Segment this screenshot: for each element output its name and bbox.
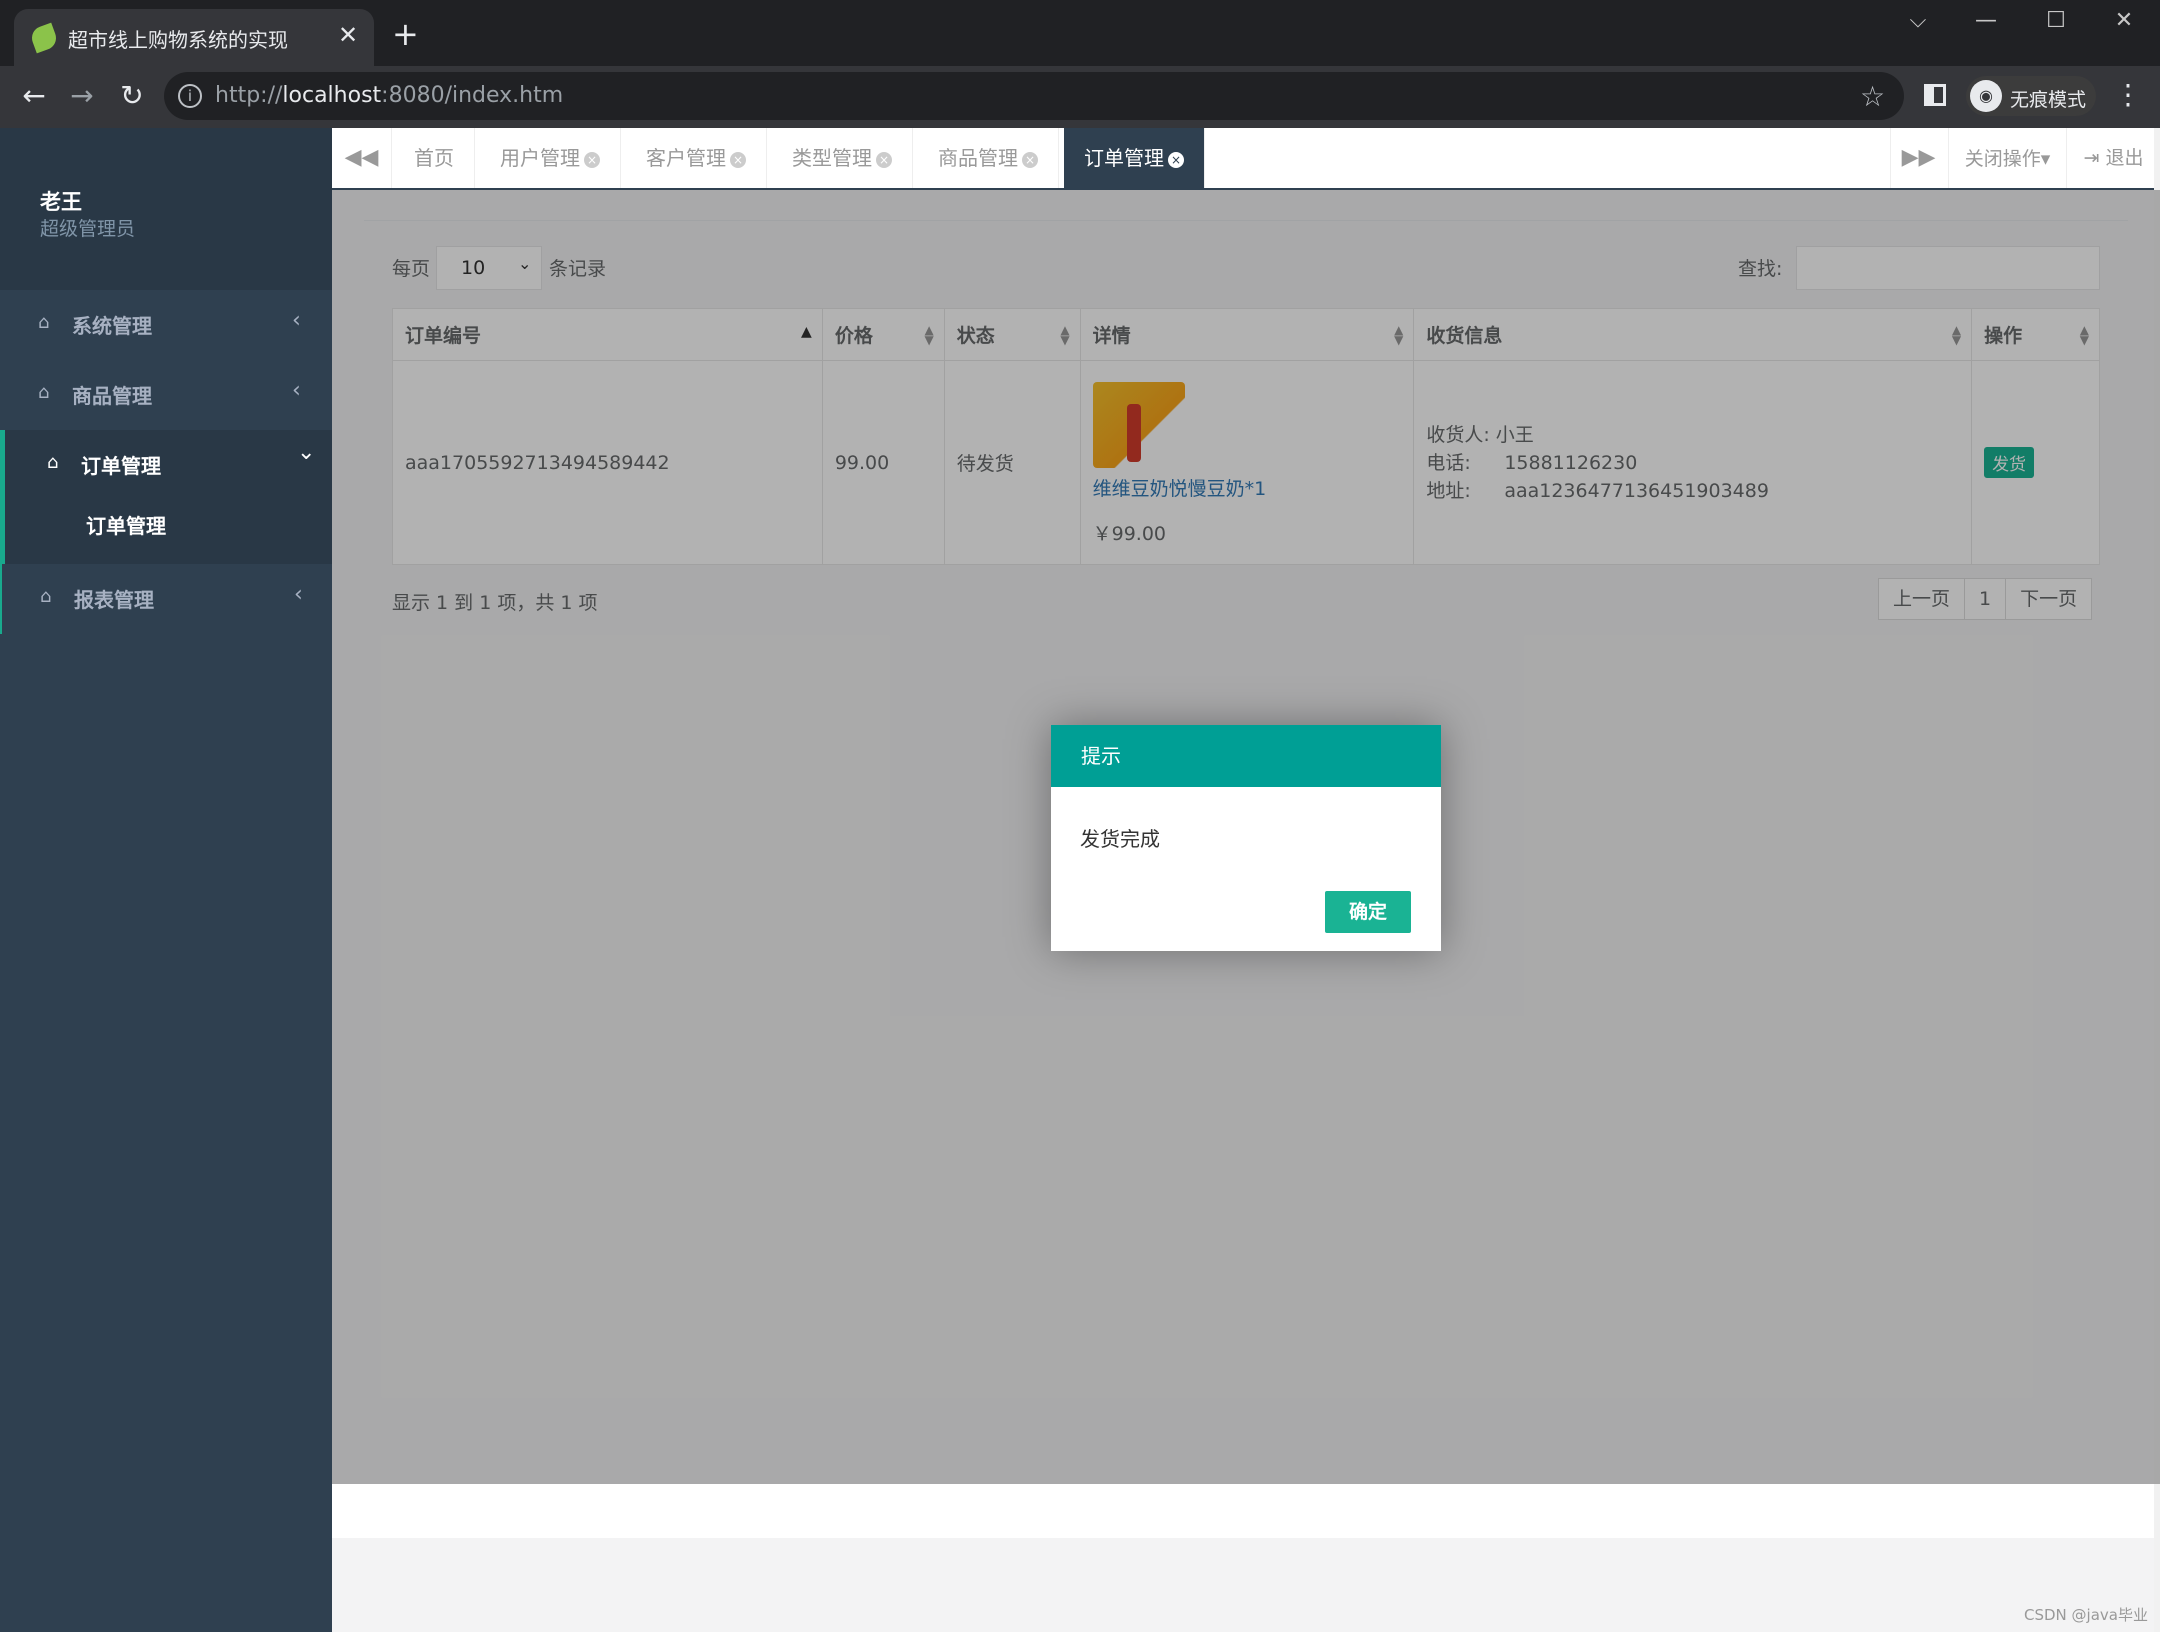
home-icon: ⌂ (38, 382, 50, 403)
window-close-icon[interactable]: ✕ (2104, 8, 2144, 33)
sidebar-item-system[interactable]: ⌂ 系统管理 ‹ (0, 290, 332, 360)
sidebar-item-label: 系统管理 (72, 314, 152, 338)
confirm-button[interactable]: 确定 (1325, 891, 1411, 933)
new-tab-button[interactable]: + (392, 18, 419, 50)
dialog-message: 发货完成 (1080, 827, 1160, 851)
tab-search-icon[interactable]: ⌵ (1898, 8, 1938, 33)
sidebar-item-products[interactable]: ⌂ 商品管理 ‹ (0, 360, 332, 430)
forward-arrow-icon[interactable]: → (62, 78, 102, 114)
chevron-left-icon: ‹ (292, 378, 301, 403)
maximize-icon[interactable]: ☐ (2036, 8, 2076, 33)
leaf-favicon-icon (28, 22, 60, 54)
back-arrow-icon[interactable]: ← (14, 78, 54, 114)
tab-close-icon[interactable]: × (584, 151, 600, 168)
bookmark-star-icon[interactable]: ☆ (1860, 80, 1885, 113)
reload-icon[interactable]: ↻ (112, 78, 152, 114)
user-role: 超级管理员 (40, 218, 136, 240)
sidebar-item-reports[interactable]: ⌂ 报表管理 ‹ (0, 564, 332, 634)
sidebar-item-label: 商品管理 (72, 384, 152, 408)
browser-menu-icon[interactable]: ⋮ (2114, 78, 2142, 111)
chevron-left-icon: ‹ (292, 308, 301, 333)
tab-close-icon[interactable]: × (1022, 151, 1038, 168)
tab-customers[interactable]: 客户管理 × (626, 128, 767, 188)
user-name[interactable]: 老王 (40, 186, 82, 216)
sidebar-subitem-orders[interactable]: 订单管理 (86, 510, 166, 539)
home-icon: ⌂ (47, 452, 59, 473)
tabs-scroll-right-icon[interactable]: ▶▶ (1890, 128, 1946, 188)
sidebar-item-label: 报表管理 (74, 588, 154, 612)
home-icon: ⌂ (40, 586, 52, 607)
tab-products[interactable]: 商品管理 × (918, 128, 1059, 188)
incognito-label: 无痕模式 (2010, 89, 2087, 111)
url-text[interactable]: http://localhost:8080/index.htm (215, 83, 563, 108)
tab-close-icon[interactable]: ✕ (338, 21, 358, 49)
tab-types[interactable]: 类型管理 × (772, 128, 913, 188)
tab-close-icon[interactable]: × (1168, 151, 1184, 168)
close-operations-dropdown[interactable]: 关闭操作▾ (1948, 128, 2066, 188)
tab-close-icon[interactable]: × (730, 151, 746, 168)
info-icon[interactable]: i (178, 84, 202, 108)
sidebar-item-orders[interactable]: ⌂ 订单管理 ⌄ (0, 430, 332, 564)
tab-users[interactable]: 用户管理 × (480, 128, 621, 188)
browser-tab-title: 超市线上购物系统的实现 (68, 28, 288, 52)
tab-close-icon[interactable]: × (876, 151, 892, 168)
chevron-left-icon: ‹ (294, 582, 303, 607)
logout-icon: ⇥ (2083, 147, 2106, 169)
chevron-down-icon: ⌄ (297, 440, 316, 465)
incognito-icon: ◉ (1970, 80, 2002, 112)
page-footer (332, 1484, 2160, 1538)
home-icon: ⌂ (38, 312, 50, 333)
tab-home[interactable]: 首页 (394, 128, 475, 188)
logout-button[interactable]: ⇥ 退出 (2066, 128, 2160, 188)
tabs-scroll-left-icon[interactable]: ◀◀ (332, 128, 392, 188)
tab-orders[interactable]: 订单管理 × (1064, 128, 1205, 188)
browser-tab[interactable]: 超市线上购物系统的实现 ✕ (14, 9, 374, 66)
dialog-title: 提示 (1051, 725, 1441, 787)
side-panel-icon[interactable] (1924, 84, 1946, 106)
sidebar-item-label: 订单管理 (81, 454, 161, 478)
watermark: CSDN @java毕业 (2024, 1606, 2148, 1624)
minimize-icon[interactable]: — (1966, 8, 2006, 33)
